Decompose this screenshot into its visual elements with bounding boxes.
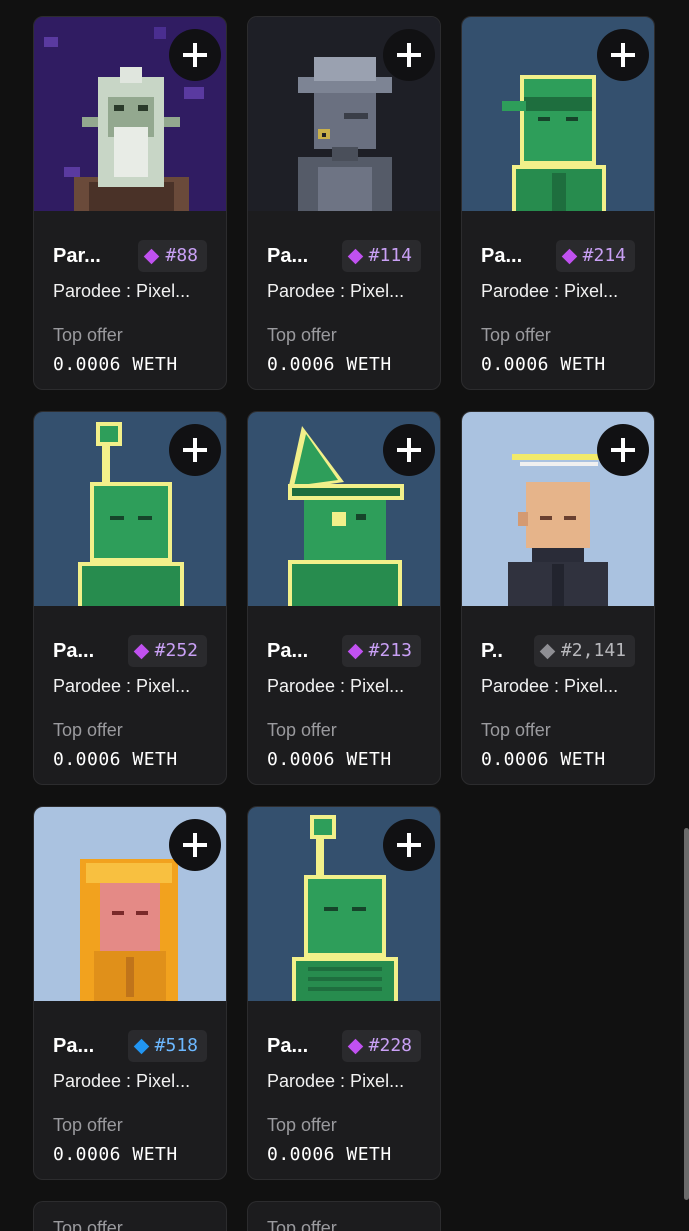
- diamond-icon: [133, 643, 149, 659]
- diamond-icon: [539, 643, 556, 659]
- nft-card[interactable]: Pa... #228 Parodee : Pixel... Top offer …: [247, 806, 441, 1180]
- collection-name[interactable]: Parodee : Pixel...: [53, 1071, 207, 1092]
- nft-name[interactable]: Par...: [53, 245, 101, 268]
- top-offer-label: Top offer: [267, 720, 337, 740]
- nft-card[interactable]: Pa... #252 Parodee : Pixel... Top offer …: [33, 411, 227, 785]
- token-badge: #2,141: [533, 635, 635, 667]
- token-id: #213: [368, 640, 412, 661]
- plus-icon: [397, 833, 421, 857]
- diamond-icon: [347, 643, 363, 659]
- scrollbar[interactable]: [684, 828, 689, 1200]
- plus-icon: [611, 438, 635, 462]
- token-id: #228: [368, 1035, 412, 1056]
- nft-grid: Par... #88 Parodee : Pixel... Top offer …: [33, 16, 657, 1231]
- token-id: #114: [368, 245, 412, 266]
- nft-card[interactable]: Par... #88 Parodee : Pixel... Top offer …: [33, 16, 227, 390]
- top-offer-label: Top offer: [267, 325, 337, 345]
- top-offer-label: Top offer: [53, 325, 123, 345]
- empty-grid-slot: [461, 806, 655, 1180]
- plus-icon: [183, 438, 207, 462]
- token-badge: #213: [341, 635, 421, 667]
- token-id: #518: [154, 1035, 198, 1056]
- top-offer-value: 0.0006 WETH: [481, 749, 606, 770]
- nft-name[interactable]: Pa...: [53, 1035, 94, 1058]
- add-to-cart-button[interactable]: [383, 819, 435, 871]
- add-to-cart-button[interactable]: [383, 29, 435, 81]
- nft-card-partial[interactable]: Top offer: [247, 1201, 441, 1231]
- plus-icon: [183, 833, 207, 857]
- nft-card-partial[interactable]: Top offer: [33, 1201, 227, 1231]
- plus-icon: [183, 43, 207, 67]
- diamond-icon: [561, 248, 577, 264]
- top-offer-value: 0.0006 WETH: [267, 1144, 392, 1165]
- top-offer-label: Top offer: [267, 1218, 337, 1231]
- collection-name[interactable]: Parodee : Pixel...: [267, 1071, 421, 1092]
- collection-name[interactable]: Parodee : Pixel...: [481, 281, 635, 302]
- top-offer-value: 0.0006 WETH: [53, 354, 178, 375]
- nft-image[interactable]: [34, 412, 226, 606]
- token-badge: #252: [127, 635, 207, 667]
- plus-icon: [397, 438, 421, 462]
- add-to-cart-button[interactable]: [169, 819, 221, 871]
- nft-card[interactable]: Pa... #213 Parodee : Pixel... Top offer …: [247, 411, 441, 785]
- collection-name[interactable]: Parodee : Pixel...: [267, 676, 421, 697]
- collection-name[interactable]: Parodee : Pixel...: [53, 281, 207, 302]
- nft-image[interactable]: [248, 807, 440, 1001]
- token-id: #2,141: [560, 640, 626, 661]
- top-offer-label: Top offer: [481, 720, 551, 740]
- top-offer-label: Top offer: [53, 1115, 123, 1135]
- collection-name[interactable]: Parodee : Pixel...: [53, 676, 207, 697]
- nft-card[interactable]: Pa... #114 Parodee : Pixel... Top offer …: [247, 16, 441, 390]
- token-badge: #214: [555, 240, 635, 272]
- top-offer-label: Top offer: [53, 720, 123, 740]
- nft-name[interactable]: Pa...: [481, 245, 522, 268]
- diamond-icon: [133, 1038, 149, 1054]
- top-offer-value: 0.0006 WETH: [53, 1144, 178, 1165]
- top-offer-value: 0.0006 WETH: [267, 354, 392, 375]
- nft-name[interactable]: Pa...: [267, 1035, 308, 1058]
- nft-name[interactable]: Pa...: [267, 245, 308, 268]
- nft-image[interactable]: [34, 17, 226, 211]
- plus-icon: [397, 43, 421, 67]
- nft-image[interactable]: [462, 412, 654, 606]
- nft-image[interactable]: [248, 412, 440, 606]
- plus-icon: [611, 43, 635, 67]
- collection-name[interactable]: Parodee : Pixel...: [481, 676, 635, 697]
- add-to-cart-button[interactable]: [169, 424, 221, 476]
- token-id: #88: [165, 245, 198, 266]
- nft-name[interactable]: Pa...: [267, 640, 308, 663]
- nft-image[interactable]: [34, 807, 226, 1001]
- top-offer-label: Top offer: [53, 1218, 123, 1231]
- token-badge: #518: [127, 1030, 207, 1062]
- token-id: #252: [154, 640, 198, 661]
- top-offer-label: Top offer: [267, 1115, 337, 1135]
- top-offer-value: 0.0006 WETH: [53, 749, 178, 770]
- diamond-icon: [144, 248, 160, 264]
- top-offer-value: 0.0006 WETH: [481, 354, 606, 375]
- token-badge: #228: [341, 1030, 421, 1062]
- add-to-cart-button[interactable]: [383, 424, 435, 476]
- nft-image[interactable]: [462, 17, 654, 211]
- nft-name[interactable]: P..: [481, 640, 503, 663]
- top-offer-value: 0.0006 WETH: [267, 749, 392, 770]
- nft-card[interactable]: Pa... #214 Parodee : Pixel... Top offer …: [461, 16, 655, 390]
- token-id: #214: [582, 245, 626, 266]
- top-offer-label: Top offer: [481, 325, 551, 345]
- add-to-cart-button[interactable]: [597, 29, 649, 81]
- add-to-cart-button[interactable]: [597, 424, 649, 476]
- nft-card[interactable]: P.. #2,141 Parodee : Pixel... Top offer …: [461, 411, 655, 785]
- nft-image[interactable]: [248, 17, 440, 211]
- token-badge: #114: [341, 240, 421, 272]
- nft-card[interactable]: Pa... #518 Parodee : Pixel... Top offer …: [33, 806, 227, 1180]
- diamond-icon: [347, 1038, 363, 1054]
- nft-name[interactable]: Pa...: [53, 640, 94, 663]
- collection-name[interactable]: Parodee : Pixel...: [267, 281, 421, 302]
- token-badge: #88: [138, 240, 207, 272]
- diamond-icon: [347, 248, 363, 264]
- add-to-cart-button[interactable]: [169, 29, 221, 81]
